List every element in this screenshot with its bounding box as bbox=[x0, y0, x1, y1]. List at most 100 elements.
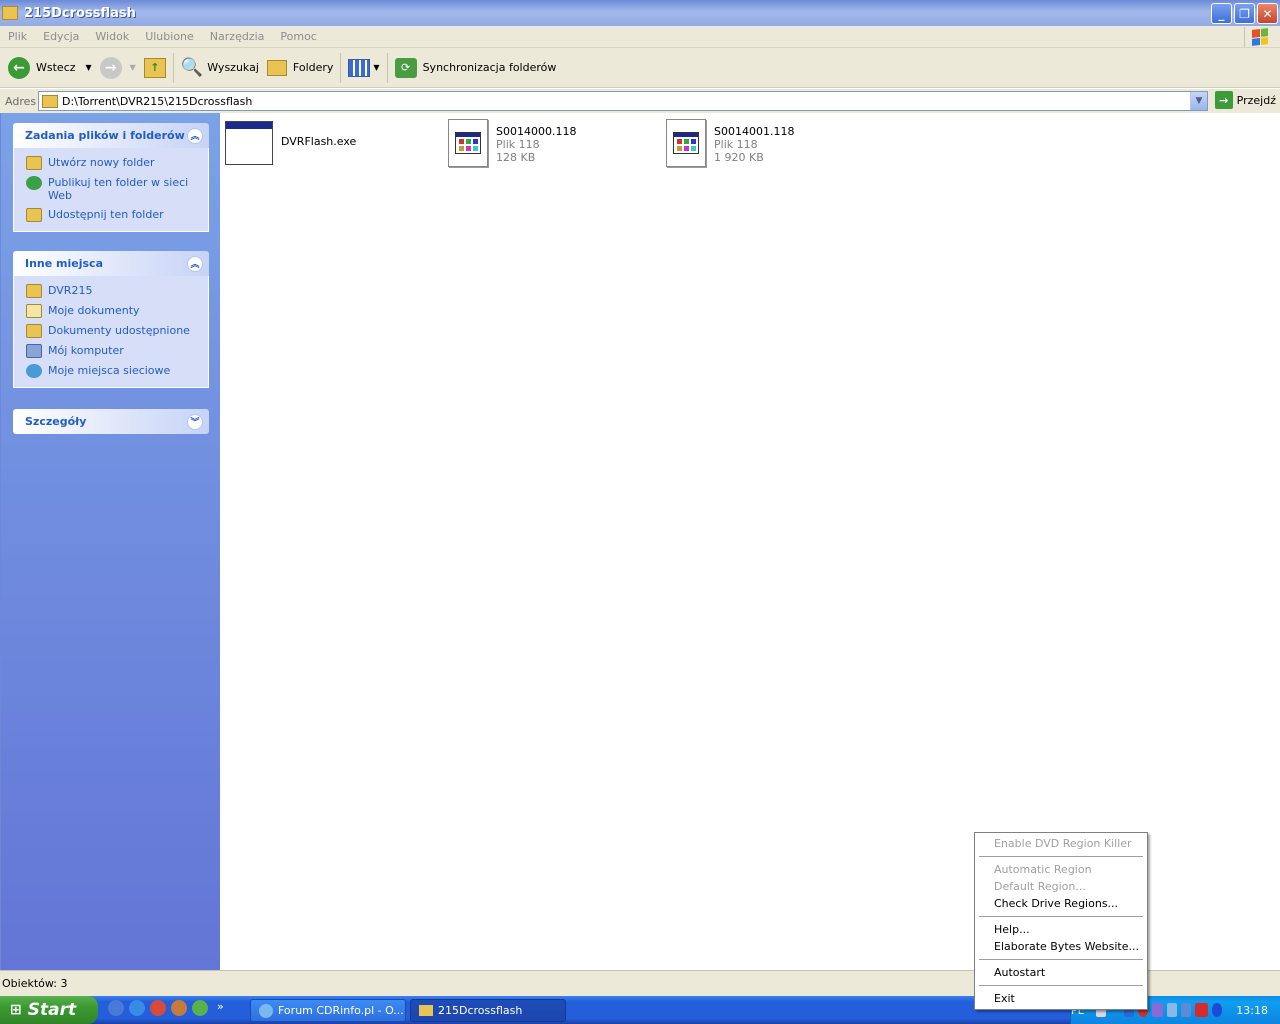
task-label: Utwórz nowy folder bbox=[48, 156, 155, 169]
file-item[interactable]: DVRFlash.exe bbox=[225, 121, 356, 165]
network-icon bbox=[26, 364, 42, 378]
chevron-right-icon[interactable]: » bbox=[217, 1000, 224, 1016]
file-118-icon bbox=[666, 119, 706, 167]
taskbar-button-label: 215Dcrossflash bbox=[438, 1004, 523, 1017]
views-button[interactable]: ▼ bbox=[344, 51, 383, 85]
file-item[interactable]: S0014000.118 Plik 118 128 KB bbox=[448, 119, 576, 167]
sync-icon: ⟳ bbox=[394, 57, 417, 78]
place-dvr215[interactable]: DVR215 bbox=[26, 281, 200, 301]
tray-icon[interactable] bbox=[1180, 1003, 1191, 1017]
details-panel-header[interactable]: Szczegóły ︾ bbox=[13, 409, 209, 434]
folder-icon bbox=[42, 94, 58, 108]
ati-icon[interactable] bbox=[1194, 1003, 1209, 1017]
menu-item-check-drive-regions[interactable]: Check Drive Regions... bbox=[977, 895, 1145, 912]
quick-launch-icon[interactable] bbox=[108, 1000, 124, 1016]
computer-icon bbox=[26, 344, 42, 358]
place-my-documents[interactable]: Moje dokumenty bbox=[26, 301, 200, 321]
menu-help[interactable]: Pomoc bbox=[272, 30, 324, 43]
folders-label: Foldery bbox=[292, 61, 334, 74]
close-button[interactable]: ✕ bbox=[1257, 3, 1278, 24]
folder-icon bbox=[26, 284, 42, 298]
collapse-icon[interactable]: ︽ bbox=[187, 255, 203, 272]
menu-file[interactable]: Plik bbox=[0, 30, 35, 43]
quick-launch: » bbox=[108, 1000, 224, 1016]
quick-launch-icon[interactable] bbox=[150, 1000, 166, 1016]
address-value: D:\Torrent\DVR215\215Dcrossflash bbox=[62, 94, 253, 108]
menu-edit[interactable]: Edycja bbox=[35, 30, 87, 43]
details-panel: Szczegóły ︾ bbox=[13, 409, 209, 434]
expand-icon[interactable]: ︾ bbox=[187, 413, 203, 430]
folder-icon bbox=[266, 59, 287, 76]
menu-item-autostart[interactable]: Autostart bbox=[977, 964, 1145, 981]
chevron-down-icon[interactable]: ▼ bbox=[86, 63, 92, 72]
documents-icon bbox=[26, 304, 42, 318]
taskbar-button-label: Forum CDRinfo.pl - O... bbox=[278, 1004, 404, 1017]
window-title-bar[interactable]: 215Dcrossflash _ ❐ ✕ bbox=[0, 0, 1280, 26]
task-new-folder[interactable]: Utwórz nowy folder bbox=[26, 153, 200, 173]
task-share-folder[interactable]: Udostępnij ten folder bbox=[26, 205, 200, 225]
tray-icon[interactable] bbox=[1166, 1003, 1177, 1017]
place-my-computer[interactable]: Mój komputer bbox=[26, 341, 200, 361]
place-label: Moje dokumenty bbox=[48, 304, 140, 317]
menu-tools[interactable]: Narzędzia bbox=[202, 30, 273, 43]
forward-button[interactable]: → ▼ bbox=[96, 51, 140, 85]
task-label: Udostępnij ten folder bbox=[48, 208, 164, 221]
windows-flag-icon: ⊞ bbox=[10, 1002, 22, 1018]
minimize-button[interactable]: _ bbox=[1211, 3, 1232, 24]
tasks-panel-header[interactable]: Zadania plików i folderów ︽ bbox=[13, 123, 209, 148]
tray-icon[interactable] bbox=[1152, 1003, 1163, 1017]
menu-item-exit[interactable]: Exit bbox=[977, 990, 1145, 1007]
chevron-down-icon: ▼ bbox=[373, 63, 380, 72]
place-shared-documents[interactable]: Dokumenty udostępnione bbox=[26, 321, 200, 341]
taskbar-button-forum[interactable]: Forum CDRinfo.pl - O... bbox=[250, 999, 406, 1022]
menu-item-help[interactable]: Help... bbox=[977, 921, 1145, 938]
go-button[interactable]: → Przejdź bbox=[1214, 91, 1276, 109]
file-118-icon bbox=[448, 119, 488, 167]
place-network[interactable]: Moje miejsca sieciowe bbox=[26, 361, 200, 381]
file-item[interactable]: S0014001.118 Plik 118 1 920 KB bbox=[666, 119, 794, 167]
address-dropdown-button[interactable]: ▼ bbox=[1190, 92, 1207, 110]
file-size: 1 920 KB bbox=[714, 151, 764, 164]
collapse-icon[interactable]: ︽ bbox=[187, 127, 203, 144]
bluetooth-icon[interactable] bbox=[1212, 1003, 1223, 1017]
menu-bar: Plik Edycja Widok Ulubione Narzędzia Pom… bbox=[0, 26, 1280, 48]
task-publish-web[interactable]: Publikuj ten folder w sieci Web bbox=[26, 173, 200, 205]
task-pane: Zadania plików i folderów ︽ Utwórz nowy … bbox=[0, 113, 220, 970]
go-label: Przejdź bbox=[1236, 93, 1276, 107]
place-label: Mój komputer bbox=[48, 344, 124, 357]
folders-button[interactable]: Foldery bbox=[263, 51, 338, 85]
quick-launch-icon[interactable] bbox=[171, 1000, 187, 1016]
quick-launch-icon[interactable] bbox=[192, 1000, 208, 1016]
back-button[interactable]: ← Wstecz ▼ bbox=[4, 51, 96, 85]
address-input[interactable]: D:\Torrent\DVR215\215Dcrossflash ▼ bbox=[38, 91, 1208, 111]
menu-favorites[interactable]: Ulubione bbox=[137, 30, 202, 43]
globe-icon bbox=[26, 176, 42, 190]
file-name: S0014001.118 bbox=[714, 125, 795, 138]
application-icon bbox=[225, 121, 273, 165]
tray-context-menu: Enable DVD Region Killer Automatic Regio… bbox=[974, 832, 1148, 1010]
start-button[interactable]: ⊞ Start bbox=[0, 996, 98, 1024]
task-label: Publikuj ten folder w sieci Web bbox=[48, 176, 189, 202]
forward-arrow-icon: → bbox=[99, 56, 122, 79]
go-arrow-icon: → bbox=[1214, 91, 1233, 109]
up-folder-button[interactable]: ↑ bbox=[140, 51, 170, 85]
search-button[interactable]: 🔍 Wyszukaj bbox=[177, 51, 263, 85]
new-folder-icon bbox=[26, 156, 42, 170]
address-label: Adres bbox=[5, 94, 37, 108]
file-type: Plik 118 bbox=[714, 138, 758, 151]
maximize-button[interactable]: ❐ bbox=[1234, 3, 1255, 24]
ie-icon[interactable] bbox=[129, 1000, 145, 1016]
menu-item-website[interactable]: Elaborate Bytes Website... bbox=[977, 938, 1145, 955]
places-panel-header[interactable]: Inne miejsca ︽ bbox=[13, 251, 209, 276]
menu-view[interactable]: Widok bbox=[87, 30, 137, 43]
place-label: Moje miejsca sieciowe bbox=[48, 364, 171, 377]
menu-separator bbox=[979, 959, 1143, 960]
status-text: Obiektów: 3 bbox=[2, 977, 68, 990]
views-icon bbox=[348, 58, 371, 77]
file-size: 128 KB bbox=[496, 151, 536, 164]
sync-folders-button[interactable]: ⟳ Synchronizacja folderów bbox=[391, 51, 561, 85]
place-label: Dokumenty udostępnione bbox=[48, 324, 190, 337]
taskbar-button-explorer[interactable]: 215Dcrossflash bbox=[410, 999, 566, 1022]
chevron-down-icon[interactable]: ▼ bbox=[130, 63, 136, 72]
clock[interactable]: 13:18 bbox=[1236, 1004, 1268, 1017]
